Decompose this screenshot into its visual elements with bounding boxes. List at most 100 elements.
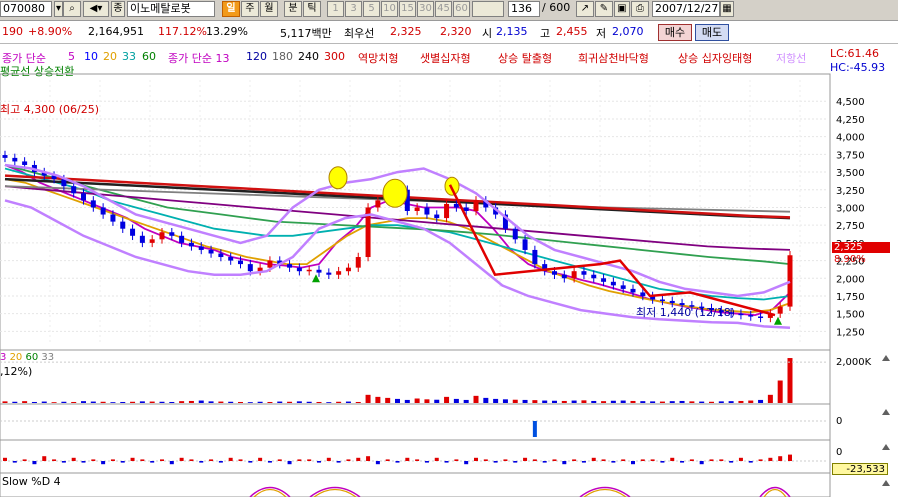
candle-body [81,193,86,201]
indicator2-bar [395,461,400,463]
sell-button[interactable]: 매도 [695,24,729,41]
panel-collapse-icon [882,480,890,486]
minute-60-button[interactable]: 60 [453,1,470,17]
volume-bar [571,400,577,403]
candle-body [512,228,518,240]
indicator2-bar [631,461,635,465]
indicator2-bar [424,461,429,463]
minute-15-button[interactable]: 15 [399,1,416,17]
minute-30-button[interactable]: 30 [417,1,434,17]
price-tick-label: 3,500 [836,168,865,179]
low-annotation: 최저 1,440 (12/18) [636,306,736,319]
minute-10-button[interactable]: 10 [381,1,398,17]
candle-body [100,207,106,215]
indicator2-bar [101,461,106,465]
candle-body [561,274,567,279]
candlesticks [2,150,793,323]
volume-bar [326,402,332,403]
volume-bar [100,401,106,403]
candle-body [120,221,126,229]
period-minute-button[interactable]: 분 [284,1,302,17]
low-label: 저 [596,27,607,40]
indicator2-bar [346,459,351,461]
volume-ratio: 117.12% [158,25,207,38]
indicator2-bar [287,461,292,465]
chart-tool-button[interactable]: ↗ [576,1,594,17]
print-button[interactable]: ⎙ [631,1,649,17]
candle-body [463,207,469,211]
volume-bar [41,401,47,403]
candle-body [355,257,361,268]
indicator2-bar [405,457,410,461]
period-week-button[interactable]: 주 [241,1,259,17]
indicator2-bar [670,457,675,461]
indicator-legend: 종가 단순 5 10 20 33 60 종가 단순 13 120 180 240… [0,44,830,78]
volume-bar [758,399,764,403]
legend-pattern-triple-bottom: 희귀삼천바닥형 [578,52,649,65]
best-quote-label: 최우선 [344,27,375,40]
buy-signal-arrow [312,274,320,283]
trade-amount: 5,117백만 [280,27,332,40]
volume-bar [787,358,793,403]
indicator2-bar [621,459,626,461]
volume-bar [306,401,312,403]
period-day-button[interactable]: 일 [222,1,240,17]
volume-legend-33: 33 [41,352,55,363]
minute-5-button[interactable]: 5 [363,1,380,17]
indicator2-axis-label: 0 [836,447,843,458]
stochastic-line [759,486,791,497]
stock-name-field[interactable]: 이노메탈로봇 [127,1,215,17]
hc-readout: HC:-45.93 [830,61,886,74]
date-input[interactable]: 2007/12/27 [652,1,720,17]
candle-body [375,200,381,208]
volume-bar [610,400,616,403]
indicator2-bar [356,457,361,461]
price-tick-label: 1,750 [836,292,865,303]
open-value: 2,135 [496,25,528,38]
candle-body [483,200,489,208]
draw-tool-button[interactable]: ✎ [595,1,613,17]
legend-ma-60: 60 [142,50,156,63]
minute-1-button[interactable]: 1 [327,1,344,17]
candle-body [316,269,322,273]
indicator2-bar [758,459,763,461]
legend-ma13-label: 종가 단순 13 [168,52,230,65]
price-tick-label: 1,250 [836,327,865,338]
open-label: 시 [482,27,493,40]
speaker-button[interactable]: ◀▾ [83,1,109,17]
period-month-button[interactable]: 월 [260,1,278,17]
panel-collapse-icon [882,444,890,450]
price-axis: 4,500 4,250 4,000 3,750 3,500 3,250 3,000 2,750… [836,97,865,338]
save-button[interactable]: ▣ [614,1,630,17]
volume-bar [669,401,675,403]
indicator2-bar [248,461,253,463]
candle-body [130,228,136,236]
legend-ma-33: 33 [122,50,136,63]
indicator2-bar [660,461,665,463]
code-dropdown-button[interactable]: ▾ [54,1,63,17]
calendar-button[interactable]: ▦ [720,1,734,17]
indicator2-bar [12,461,17,463]
stock-code-input[interactable]: 070080 [0,1,52,17]
candle-body [238,260,243,265]
price-chart[interactable]: 4,500 4,250 4,000 3,750 3,500 3,250 3,000 2,750… [0,0,898,497]
period-tick-button[interactable]: 틱 [303,1,321,17]
search-button[interactable]: ⌕ [63,1,81,17]
category-button[interactable]: 종 [111,1,125,17]
minute-45-button[interactable]: 45 [435,1,452,17]
price-value: 190 [2,25,23,38]
minute-3-button[interactable]: 3 [345,1,362,17]
minute-custom-select[interactable] [472,1,504,17]
candle-body [767,313,773,318]
candle-body [385,193,391,201]
buy-button[interactable]: 매수 [658,24,692,41]
indicator1-bars [0,420,828,437]
candle-body [12,157,18,162]
chart-icon: ↗ [580,3,590,14]
count-input[interactable]: 136 [508,1,540,17]
save-icon: ▣ [617,3,627,14]
candle-body [453,203,459,208]
indicator2-bar [42,456,47,461]
quote-info-bar: 190 +8.90% 2,164,951 117.12% 13.29% 5,11… [0,21,898,44]
volume-bar [395,398,400,403]
